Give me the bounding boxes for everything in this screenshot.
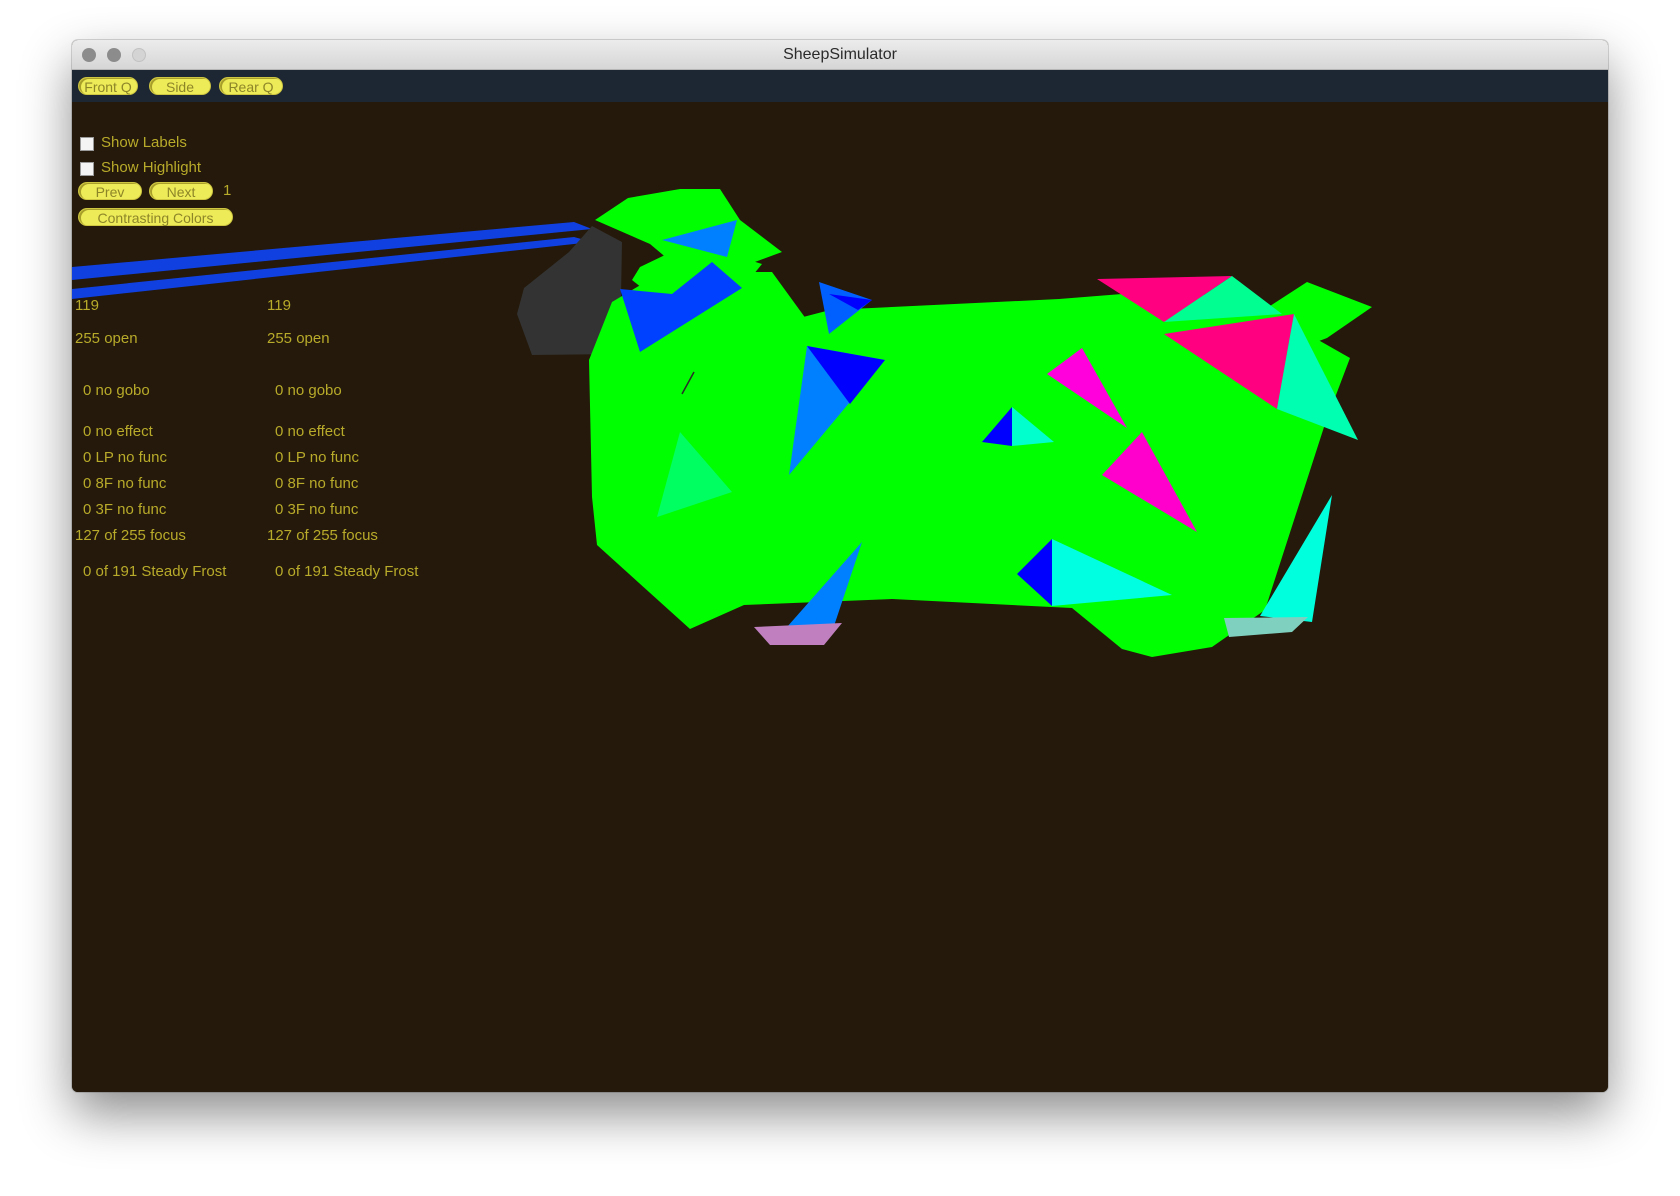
window-title: SheepSimulator — [783, 46, 897, 63]
fixture-frost: 0 of 191 Steady Frost — [275, 563, 419, 580]
fixture-gobo: 0 no gobo — [83, 382, 150, 399]
fixture-3f: 0 3F no func — [275, 501, 359, 518]
fixture-8f: 0 8F no func — [83, 475, 167, 492]
title-bar: SheepSimulator — [72, 40, 1608, 70]
show-labels-checkbox[interactable] — [80, 137, 94, 151]
fixture-open: 255 open — [75, 330, 138, 347]
fixture-open: 255 open — [267, 330, 330, 347]
fixture-lp: 0 LP no func — [83, 449, 167, 466]
sheep-render-canvas[interactable]: Show Labels Show Highlight Prev Next 1 C… — [72, 102, 1608, 1092]
fixture-frost: 0 of 191 Steady Frost — [83, 563, 227, 580]
fixture-lp: 0 LP no func — [275, 449, 359, 466]
rear-view-button[interactable]: Rear Q — [219, 77, 283, 95]
fixture-channel: 119 — [75, 297, 99, 314]
sheep-model — [72, 189, 1372, 657]
show-highlight-checkbox[interactable] — [80, 162, 94, 176]
sheep-foot — [1224, 617, 1308, 637]
page-number: 1 — [223, 182, 232, 199]
front-view-button[interactable]: Front Q — [78, 77, 138, 95]
app-window: SheepSimulator Front Q Side Rear Q Show … — [72, 40, 1608, 1092]
next-button[interactable]: Next — [149, 182, 213, 200]
contrasting-colors-button[interactable]: Contrasting Colors — [78, 208, 233, 226]
sheep-foot — [754, 623, 842, 645]
fixture-3f: 0 3F no func — [83, 501, 167, 518]
light-beam — [72, 222, 592, 280]
fixture-8f: 0 8F no func — [275, 475, 359, 492]
fixture-effect: 0 no effect — [83, 423, 153, 440]
view-toolbar: Front Q Side Rear Q — [72, 70, 1608, 102]
fixture-gobo: 0 no gobo — [275, 382, 342, 399]
fixture-channel: 119 — [267, 297, 291, 314]
fixture-effect: 0 no effect — [275, 423, 345, 440]
prev-button[interactable]: Prev — [78, 182, 142, 200]
side-view-button[interactable]: Side — [149, 77, 211, 95]
show-highlight-label: Show Highlight — [101, 159, 202, 176]
fixture-focus: 127 of 255 focus — [267, 527, 378, 544]
show-labels-label: Show Labels — [101, 134, 187, 151]
fixture-focus: 127 of 255 focus — [75, 527, 186, 544]
